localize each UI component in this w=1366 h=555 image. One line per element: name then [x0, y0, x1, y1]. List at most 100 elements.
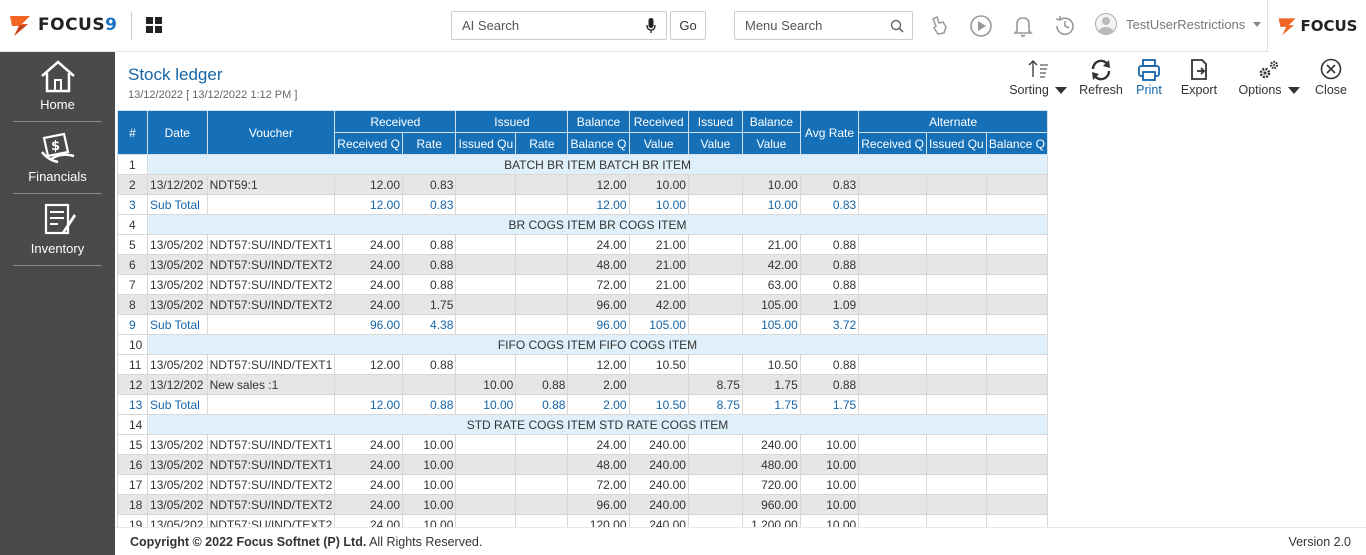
sidebar-item-label: Financials	[28, 169, 87, 184]
col-header-alt-balance-qty[interactable]: Balance Q	[985, 132, 1048, 155]
table-row[interactable]: 12 13/12/202 New sales :1 10.00 0.88 2.00 8.75…	[117, 374, 1048, 395]
group-row[interactable]: 4 BR COGS ITEM BR COGS ITEM	[117, 214, 1048, 235]
bell-icon[interactable]	[1010, 13, 1036, 39]
table-cell	[515, 234, 569, 255]
pointer-hand-icon[interactable]	[927, 13, 953, 39]
table-cell: 13/05/202	[147, 274, 208, 295]
table-cell: 96.00	[567, 314, 630, 335]
row-index: 12	[117, 374, 149, 395]
table-cell	[515, 434, 569, 455]
table-cell	[925, 454, 987, 475]
user-menu[interactable]: TestUserRestrictions	[1095, 13, 1262, 35]
sidebar-item-home[interactable]: Home	[13, 52, 102, 122]
table-row[interactable]: 2 13/12/202 NDT59:1 12.00 0.83 12.00 10.00 10.0…	[117, 174, 1048, 195]
page-subtitle: 13/12/2022 [ 13/12/2022 1:12 PM ]	[128, 89, 298, 101]
table-row[interactable]: 19 13/05/202 NDT57:SU/IND/TEXT2 24.00 10.00 1…	[117, 514, 1048, 527]
col-header-issued-value[interactable]: Value	[687, 132, 743, 155]
table-cell	[858, 454, 927, 475]
table-row[interactable]: 8 13/05/202 NDT57:SU/IND/TEXT2 24.00 1.75 96.…	[117, 294, 1048, 315]
table-cell	[687, 354, 743, 375]
play-icon[interactable]	[968, 13, 994, 39]
table-cell	[515, 354, 569, 375]
table-cell	[985, 394, 1048, 415]
sorting-label: Sorting	[1009, 83, 1049, 97]
col-header-alt-issued-qty[interactable]: Issued Qu	[925, 132, 987, 155]
table-cell	[858, 254, 927, 275]
col-header-alt-received-qty[interactable]: Received Q	[858, 132, 927, 155]
empty-canvas	[1048, 110, 1366, 527]
subtotal-row[interactable]: 13 Sub Total 12.00 0.88 10.00 0.88 2.00 10.50 8.…	[117, 394, 1048, 415]
print-button[interactable]: Print	[1130, 57, 1168, 99]
sorting-button[interactable]: Sorting	[1002, 57, 1074, 99]
search-icon[interactable]	[890, 19, 904, 33]
col-header-received-rate[interactable]: Rate	[401, 132, 457, 155]
table-row[interactable]: 6 13/05/202 NDT57:SU/IND/TEXT2 24.00 0.88 48.…	[117, 254, 1048, 275]
col-header-index[interactable]: #	[117, 110, 149, 155]
close-button[interactable]: Close	[1313, 57, 1349, 99]
group-row[interactable]: 14 STD RATE COGS ITEM STD RATE COGS ITEM	[117, 414, 1048, 435]
table-cell: 13/05/202	[147, 294, 208, 315]
table-row[interactable]: 15 13/05/202 NDT57:SU/IND/TEXT1 24.00 10.00 2…	[117, 434, 1048, 455]
group-row[interactable]: 10 FIFO COGS ITEM FIFO COGS ITEM	[117, 334, 1048, 355]
group-row[interactable]: 1 BATCH BR ITEM BATCH BR ITEM	[117, 154, 1048, 175]
microphone-icon[interactable]	[646, 18, 656, 34]
table-cell	[455, 474, 517, 495]
col-header-issued-qty[interactable]: Issued Qu	[455, 132, 517, 155]
table-cell: 0.88	[401, 394, 457, 415]
table-row[interactable]: 18 13/05/202 NDT57:SU/IND/TEXT2 24.00 10.00 9…	[117, 494, 1048, 515]
col-header-avg-rate[interactable]: Avg Rate	[799, 110, 860, 155]
ai-search-input[interactable]	[452, 12, 632, 39]
col-header-date[interactable]: Date	[147, 110, 208, 155]
col-header-issued-rate[interactable]: Rate	[515, 132, 569, 155]
table-cell	[515, 474, 569, 495]
table-row[interactable]: 5 13/05/202 NDT57:SU/IND/TEXT1 24.00 0.88 24.…	[117, 234, 1048, 255]
table-cell: 480.00	[741, 454, 801, 475]
table-cell	[401, 374, 457, 395]
table-cell	[925, 294, 987, 315]
table-row[interactable]: 16 13/05/202 NDT57:SU/IND/TEXT1 24.00 10.00 4…	[117, 454, 1048, 475]
table-cell: 240.00	[741, 434, 801, 455]
table-cell	[687, 454, 743, 475]
table-cell	[515, 274, 569, 295]
svg-text:$: $	[51, 139, 60, 154]
options-button[interactable]: Options	[1233, 57, 1305, 99]
subtotal-row[interactable]: 3 Sub Total 12.00 0.83 12.00 10.00 10.00 0.83	[117, 194, 1048, 215]
table-cell: 0.88	[515, 394, 569, 415]
col-header-balance-qty[interactable]: Balance Q	[567, 132, 630, 155]
table-cell: 0.83	[401, 174, 457, 195]
table-cell: 0.88	[401, 234, 457, 255]
table-cell: 72.00	[567, 274, 630, 295]
table-cell: Sub Total	[147, 394, 208, 415]
table-cell: 12.00	[334, 394, 403, 415]
refresh-button[interactable]: Refresh	[1078, 57, 1124, 99]
focus9-logo[interactable]: FOCUS9	[8, 12, 117, 38]
sidebar-item-inventory[interactable]: Inventory	[13, 196, 102, 266]
col-header-received-qty[interactable]: Received Q	[334, 132, 403, 155]
col-header-balance-value[interactable]: Value	[741, 132, 801, 155]
close-label: Close	[1315, 83, 1347, 97]
table-row[interactable]: 17 13/05/202 NDT57:SU/IND/TEXT2 24.00 10.00 7…	[117, 474, 1048, 495]
row-index: 7	[117, 274, 149, 295]
col-group-alternate: Alternate	[858, 110, 1048, 133]
chevron-down-icon	[1287, 87, 1300, 95]
table-cell: 12.00	[567, 174, 630, 195]
col-header-voucher[interactable]: Voucher	[206, 110, 336, 155]
ledger-table: # Date Voucher Received Issued Balance R…	[117, 110, 1048, 527]
apps-grid-icon[interactable]	[146, 17, 162, 33]
subtotal-row[interactable]: 9 Sub Total 96.00 4.38 96.00 105.00 105.00 3.72	[117, 314, 1048, 335]
table-cell: 13/05/202	[147, 254, 208, 275]
go-button[interactable]: Go	[670, 11, 706, 40]
sidebar-item-financials[interactable]: $ Financials	[13, 124, 102, 194]
export-button[interactable]: Export	[1177, 57, 1221, 99]
table-cell: 10.00	[401, 474, 457, 495]
group-title: FIFO COGS ITEM FIFO COGS ITEM	[147, 334, 1048, 355]
col-header-received-value[interactable]: Value	[628, 132, 689, 155]
table-row[interactable]: 11 13/05/202 NDT57:SU/IND/TEXT1 12.00 0.88 12…	[117, 354, 1048, 375]
table-cell	[455, 294, 517, 315]
history-icon[interactable]	[1052, 13, 1078, 39]
menu-search-input[interactable]	[735, 12, 880, 39]
table-cell	[455, 434, 517, 455]
table-cell: 10.00	[799, 514, 860, 527]
table-cell: 240.00	[628, 514, 689, 527]
table-row[interactable]: 7 13/05/202 NDT57:SU/IND/TEXT2 24.00 0.88 72.…	[117, 274, 1048, 295]
